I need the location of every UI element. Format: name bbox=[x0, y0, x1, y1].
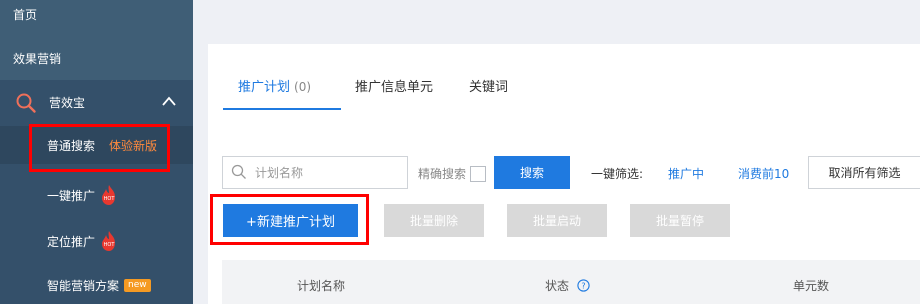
sidebar-item-targeted-promotion[interactable]: 定位推广 HOT bbox=[0, 222, 193, 260]
tab-count: (0) bbox=[294, 80, 312, 94]
help-icon[interactable]: ? bbox=[577, 279, 590, 292]
column-header-label: 状态 bbox=[545, 279, 570, 293]
tab-keywords[interactable]: 关键词 bbox=[469, 76, 508, 95]
nav-home[interactable]: 首页 bbox=[0, 0, 193, 36]
tab-label: 推广计划 bbox=[238, 80, 291, 95]
new-badge: new bbox=[124, 278, 151, 292]
sidebar-item-one-click-promotion[interactable]: 一键推广 HOT bbox=[0, 176, 193, 214]
subnav-yingxiaobao: 营效宝 普通搜索 体验新版 一键推广 HOT 定位推广 HOT 智能营销方案 n… bbox=[0, 80, 193, 304]
sidebar: 首页 效果营销 营效宝 普通搜索 体验新版 一键推广 HOT 定位推广 HOT … bbox=[0, 0, 193, 304]
group-header-yingxiaobao[interactable]: 营效宝 bbox=[0, 80, 193, 126]
group-label: 营效宝 bbox=[49, 96, 86, 110]
tab-label: 推广信息单元 bbox=[355, 80, 434, 95]
sidebar-item-normal-search[interactable]: 普通搜索 体验新版 bbox=[0, 126, 193, 164]
clear-all-filters-button[interactable]: 取消所有筛选 bbox=[808, 156, 920, 189]
filter-row: 精确搜索 搜索 一键筛选: 推广中 消费前10 取消所有筛选 bbox=[208, 156, 920, 190]
sidebar-item-label: 定位推广 bbox=[47, 234, 96, 249]
nav-effect-marketing[interactable]: 效果营销 bbox=[0, 36, 193, 80]
svg-text:HOT: HOT bbox=[104, 196, 116, 202]
quick-filter-active[interactable]: 推广中 bbox=[668, 165, 704, 182]
batch-delete-button[interactable]: 批量删除 bbox=[384, 204, 484, 237]
sidebar-item-label: 普通搜索 bbox=[47, 138, 96, 153]
tab-label: 关键词 bbox=[469, 80, 509, 95]
sidebar-item-label: 一键推广 bbox=[47, 188, 96, 203]
column-header-unit-count[interactable]: 单元数 bbox=[793, 277, 829, 294]
nav-effect-marketing-label: 效果营销 bbox=[13, 51, 62, 66]
tab-promotion-info-unit[interactable]: 推广信息单元 bbox=[355, 76, 433, 95]
action-row: +新建推广计划 批量删除 批量启动 批量暂停 bbox=[208, 204, 920, 238]
exact-search-label: 精确搜索 bbox=[418, 167, 467, 181]
quick-filter-label: 一键筛选: bbox=[591, 167, 644, 181]
try-new-version-link[interactable]: 体验新版 bbox=[109, 137, 157, 154]
batch-pause-button[interactable]: 批量暂停 bbox=[630, 204, 730, 237]
main-panel: 推广计划(0) 推广信息单元 关键词 精确搜索 搜索 一键筛选: 推广中 消费前… bbox=[208, 44, 920, 304]
svg-text:?: ? bbox=[581, 282, 585, 291]
tab-promotion-plan[interactable]: 推广计划 (0) bbox=[238, 76, 311, 95]
active-tab-indicator bbox=[223, 108, 341, 110]
sidebar-item-smart-marketing-plan[interactable]: 智能营销方案 new bbox=[0, 266, 193, 304]
chevron-up-icon[interactable] bbox=[161, 95, 177, 107]
hot-icon: HOT bbox=[102, 185, 116, 205]
svg-text:HOT: HOT bbox=[104, 242, 116, 248]
nav-home-label: 首页 bbox=[13, 7, 38, 22]
exact-search-checkbox[interactable] bbox=[470, 166, 486, 182]
sidebar-item-label: 智能营销方案 bbox=[47, 278, 120, 293]
plan-search-box bbox=[222, 156, 408, 189]
search-button[interactable]: 搜索 bbox=[494, 156, 570, 189]
hot-icon: HOT bbox=[102, 231, 116, 251]
column-header-status[interactable]: 状态 ? bbox=[545, 277, 590, 294]
batch-start-button[interactable]: 批量启动 bbox=[507, 204, 607, 237]
new-plan-button[interactable]: +新建推广计划 bbox=[223, 204, 358, 237]
quick-filter-top10-spend[interactable]: 消费前10 bbox=[738, 165, 789, 182]
column-header-plan-name[interactable]: 计划名称 bbox=[297, 277, 345, 294]
plan-name-search-input[interactable] bbox=[255, 164, 403, 182]
magnifier-icon bbox=[231, 164, 246, 179]
search-icon bbox=[16, 93, 36, 113]
table-header: 计划名称 状态 ? 单元数 bbox=[222, 260, 920, 304]
